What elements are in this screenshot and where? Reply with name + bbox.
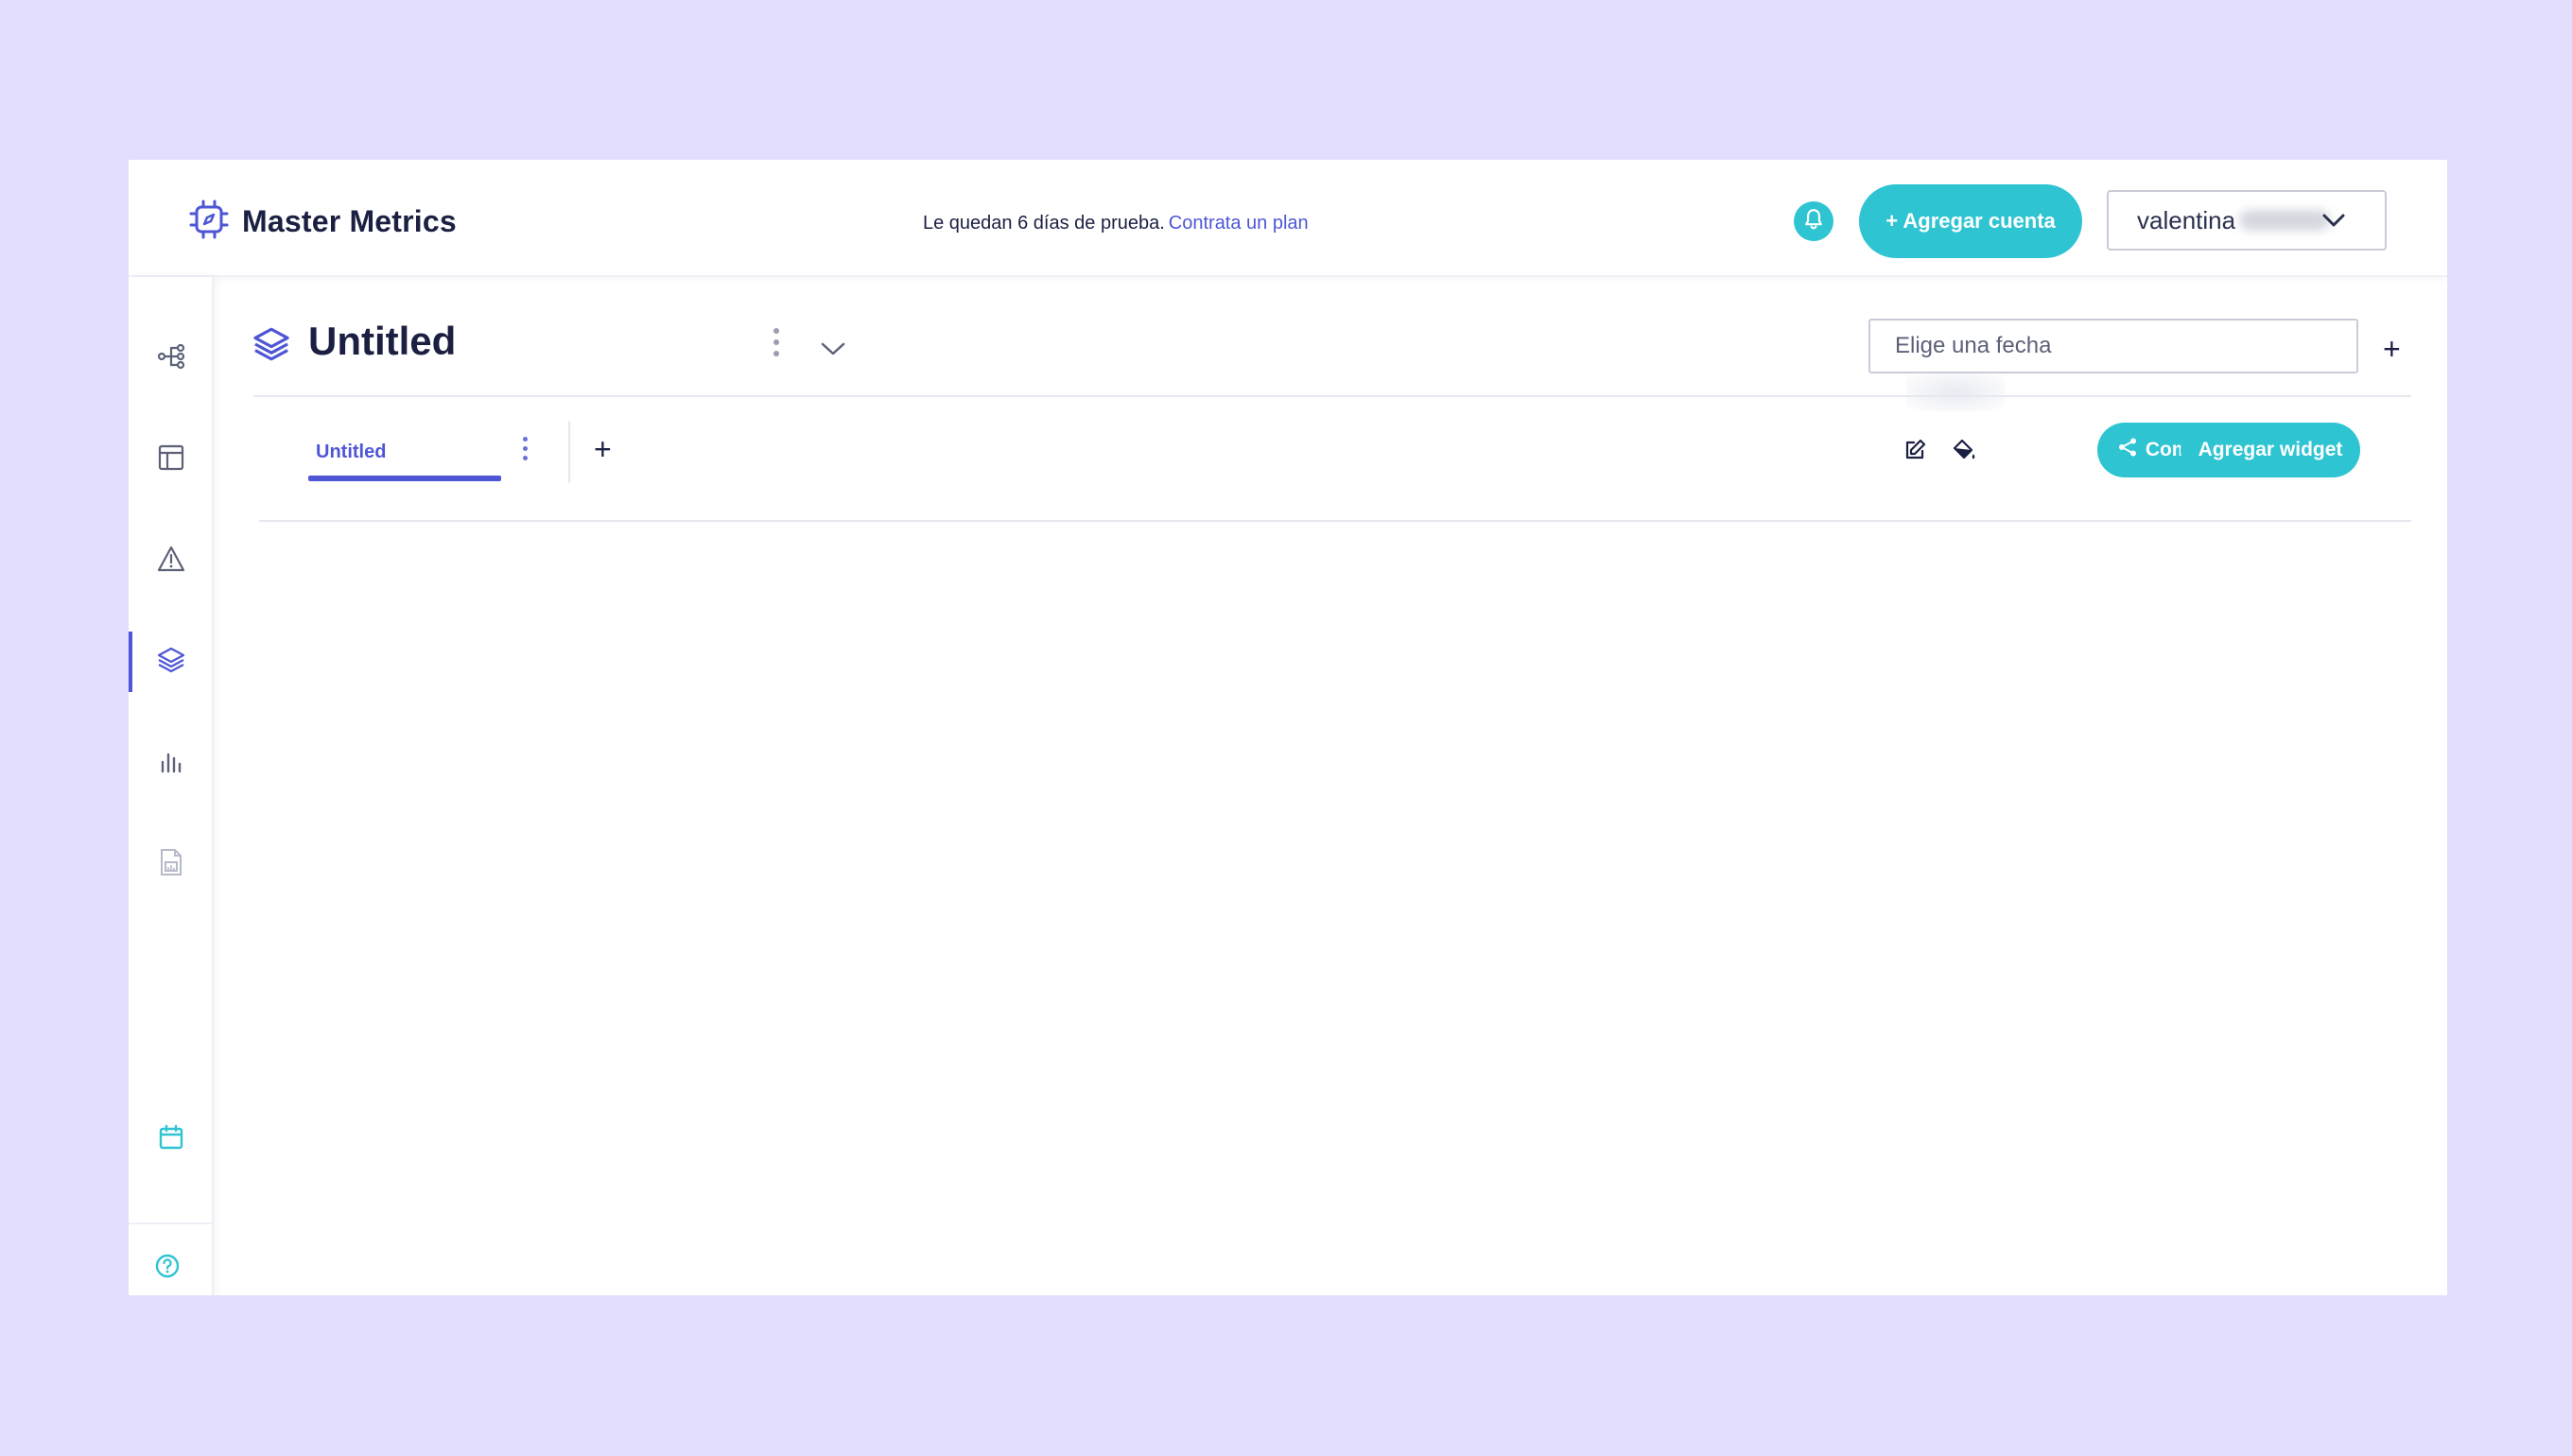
header-divider	[253, 395, 2411, 397]
page-title[interactable]: Untitled	[308, 319, 456, 364]
user-account-dropdown[interactable]: valentina	[2107, 190, 2387, 251]
kebab-dot	[523, 446, 528, 451]
sidebar-item-dashboards[interactable]	[129, 632, 214, 692]
kebab-dot	[773, 339, 779, 345]
flow-icon	[156, 341, 186, 376]
sidebar-divider	[129, 1222, 214, 1224]
dashboard-chevron-down-icon[interactable]	[819, 339, 847, 363]
top-bar: Master Metrics Le quedan 6 días de prueb…	[129, 160, 2447, 277]
kebab-dot	[523, 437, 528, 442]
add-widget-button[interactable]: Agregar widget	[2181, 423, 2360, 477]
share-icon	[2117, 437, 2138, 463]
add-tab-button[interactable]: +	[594, 434, 612, 464]
date-picker-input[interactable]	[1868, 319, 2358, 373]
layers-icon	[156, 645, 186, 680]
add-account-button[interactable]: + Agregar cuenta	[1859, 184, 2082, 258]
bell-icon	[1801, 207, 1826, 236]
sidebar-item-calendar[interactable]	[129, 1109, 214, 1170]
app-window: Master Metrics Le quedan 6 días de prueb…	[129, 160, 2447, 1295]
tab-untitled[interactable]: Untitled	[308, 432, 501, 491]
sidebar-item-reports[interactable]	[129, 733, 214, 793]
help-icon	[154, 1253, 181, 1284]
tab-active-indicator	[308, 476, 501, 481]
edit-icon[interactable]	[1903, 438, 1927, 467]
sidebar-item-flows[interactable]	[129, 328, 214, 389]
sidebar-item-documents[interactable]	[129, 834, 214, 894]
chevron-down-icon	[2320, 209, 2347, 236]
tab-separator	[568, 421, 570, 483]
trial-notice: Le quedan 6 días de prueba. Contrata un p…	[923, 213, 1309, 234]
user-name: valentina	[2137, 205, 2236, 234]
tab-menu-button[interactable]	[523, 437, 528, 460]
paint-bucket-icon[interactable]	[1950, 436, 1978, 469]
add-dashboard-button[interactable]: +	[2383, 334, 2401, 364]
kebab-dot	[773, 351, 779, 356]
bar-chart-icon	[157, 747, 185, 780]
redacted-surname	[2239, 210, 2331, 231]
chip-logo-icon	[189, 199, 229, 244]
dashboard-menu-button[interactable]	[773, 328, 779, 356]
notifications-button[interactable]	[1794, 201, 1833, 241]
kebab-dot	[773, 328, 779, 334]
sidebar-item-layouts[interactable]	[129, 429, 214, 490]
dashboard-canvas[interactable]	[259, 523, 2411, 1260]
layers-icon	[252, 324, 291, 369]
tab-label: Untitled	[316, 442, 387, 462]
tooltip-shadow	[1906, 373, 2005, 411]
report-icon	[157, 847, 185, 882]
trial-text: Le quedan 6 días de prueba.	[923, 213, 1165, 234]
toolbar-divider	[259, 520, 2411, 522]
kebab-dot	[523, 456, 528, 460]
layout-icon	[157, 443, 185, 477]
calendar-icon	[158, 1124, 184, 1155]
alert-icon	[156, 545, 186, 578]
sidebar-item-help[interactable]	[129, 1238, 210, 1295]
sidebar-item-alerts[interactable]	[129, 530, 214, 591]
sidebar	[129, 277, 214, 1295]
upgrade-plan-link[interactable]: Contrata un plan	[1169, 213, 1309, 234]
brand-logo[interactable]: Master Metrics	[189, 199, 457, 244]
brand-name: Master Metrics	[242, 204, 457, 238]
